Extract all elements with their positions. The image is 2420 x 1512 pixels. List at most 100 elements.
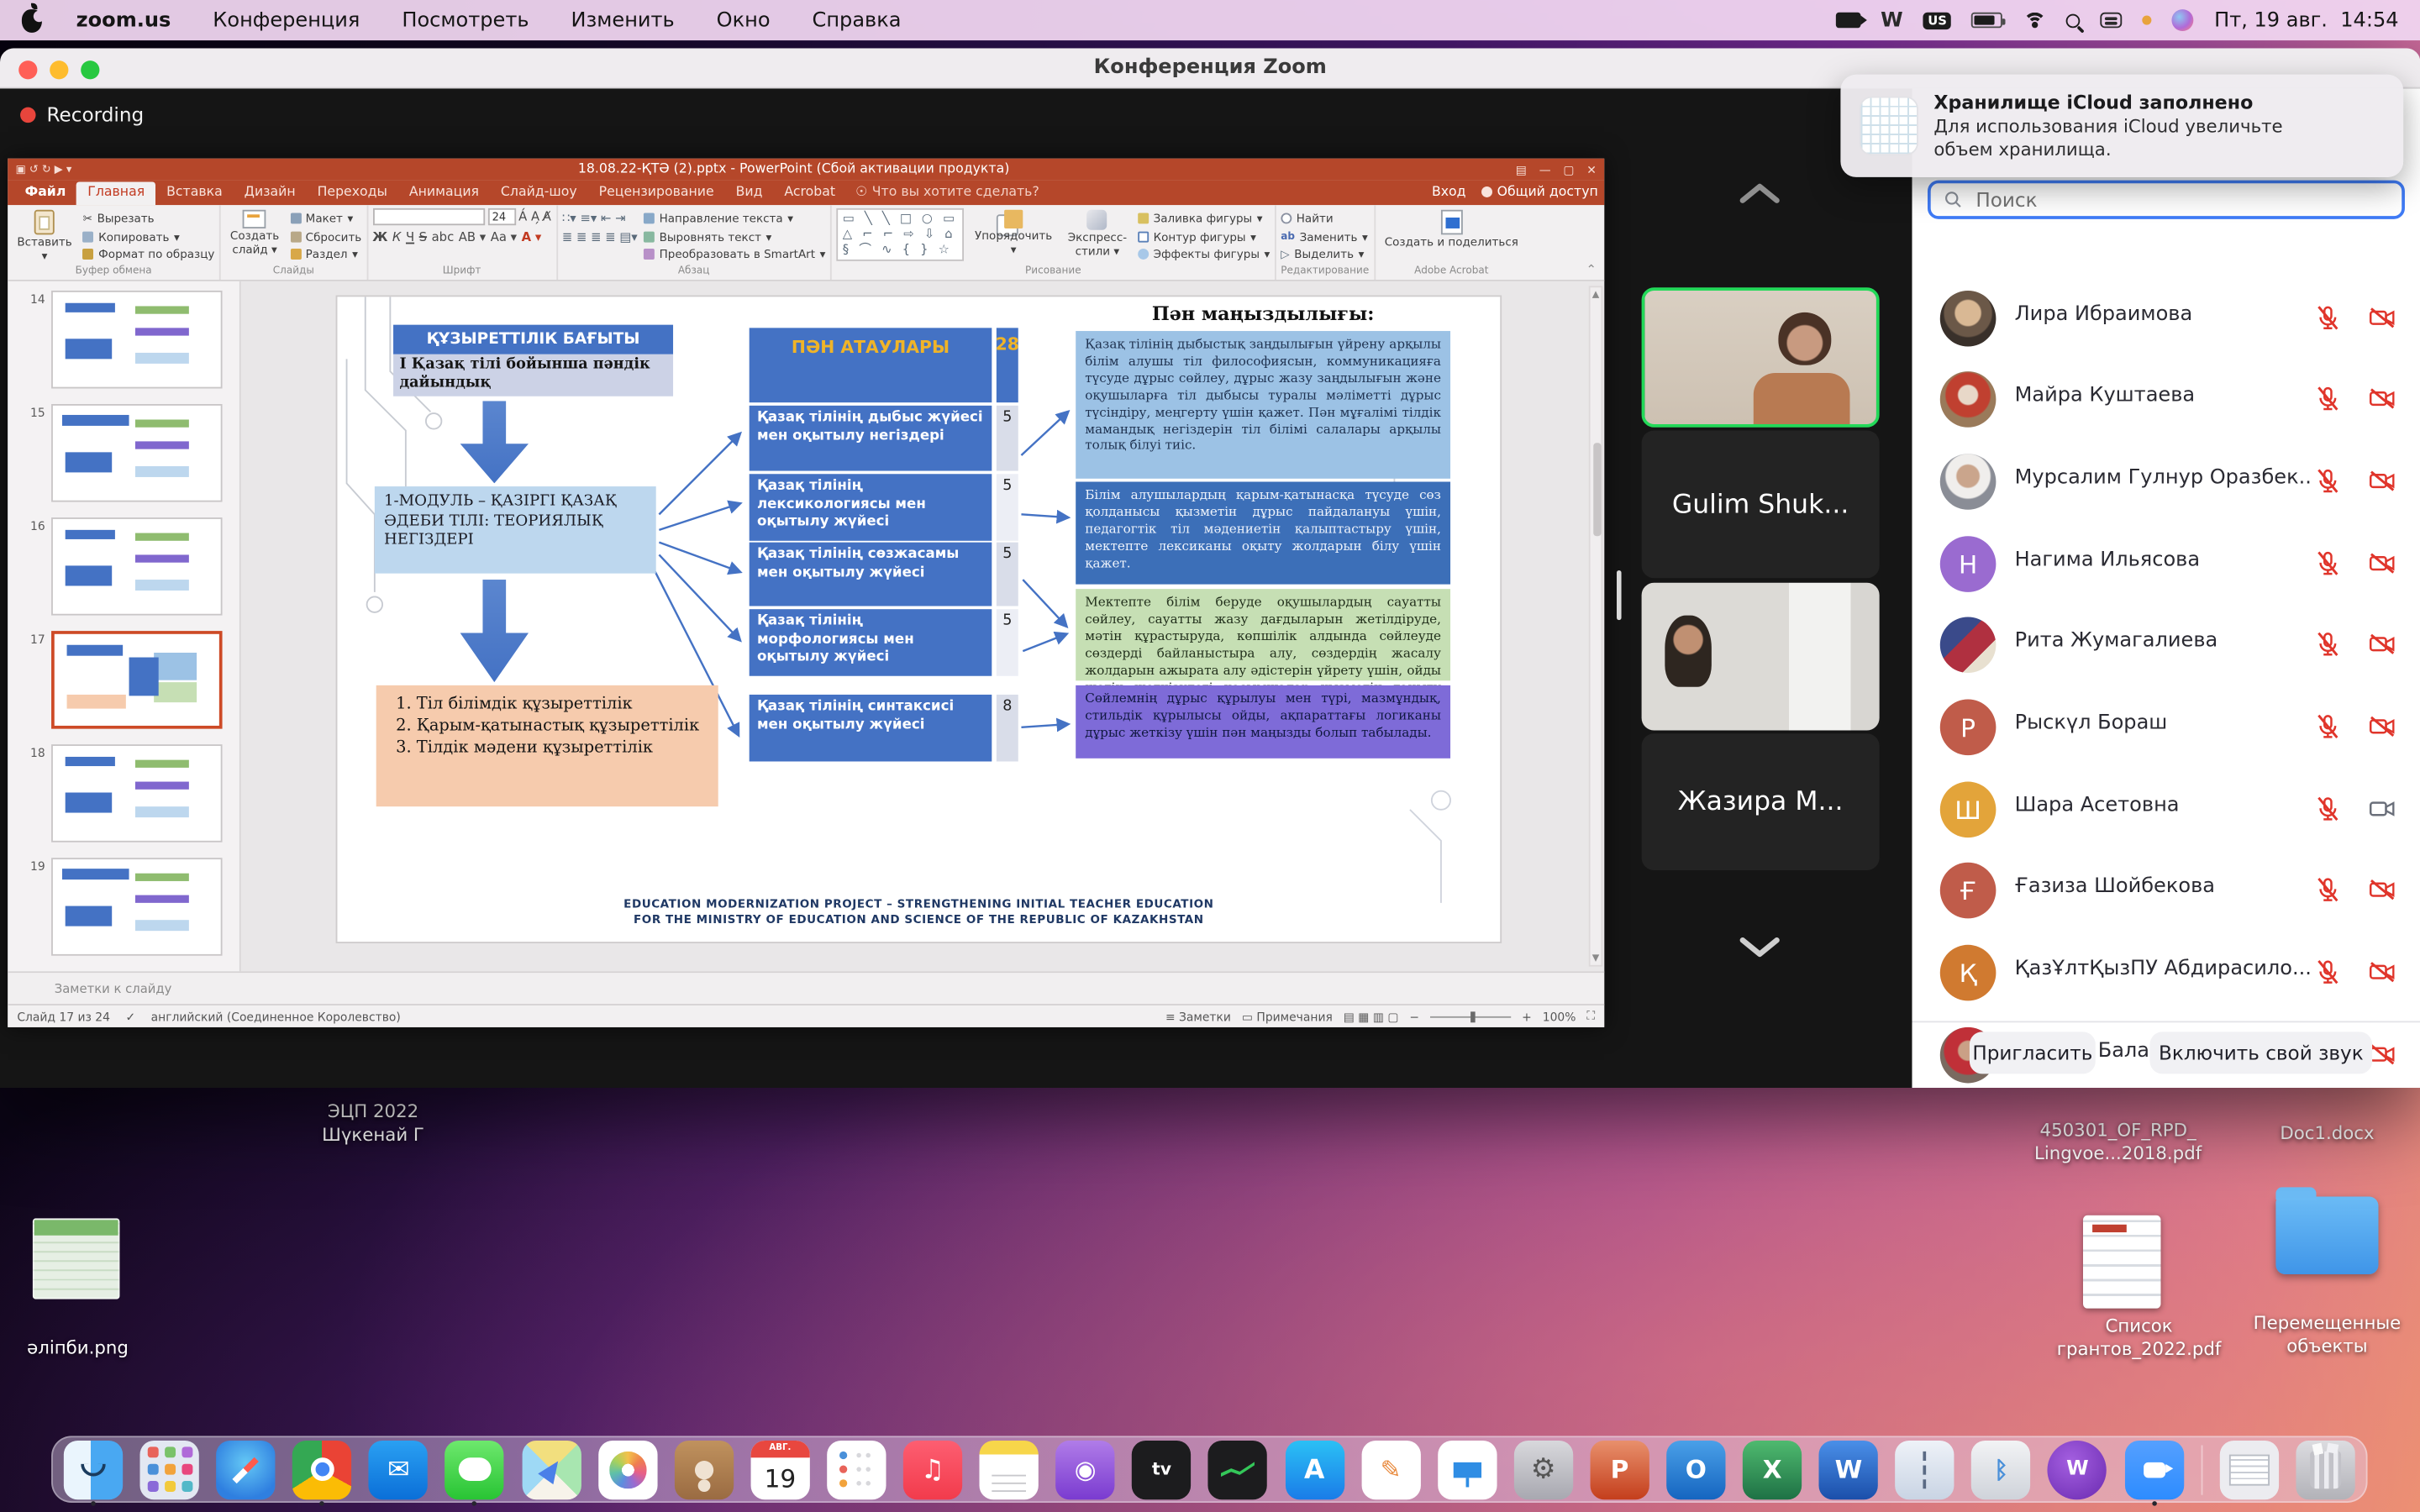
- slide-thumbnail-17-selected[interactable]: [51, 631, 223, 729]
- tab-design[interactable]: Дизайн: [234, 181, 307, 205]
- unmute-button[interactable]: Включить свой звук: [2150, 1032, 2373, 1074]
- collapse-ribbon-icon[interactable]: ⌃: [1578, 263, 1604, 280]
- tab-slideshow[interactable]: Слайд-шоу: [490, 181, 588, 205]
- font-name-box[interactable]: [372, 208, 484, 225]
- siri-icon[interactable]: [2172, 9, 2194, 31]
- apple-menu-icon[interactable]: [22, 8, 42, 32]
- bluetooth-icon[interactable]: ᛒ: [1971, 1440, 2030, 1499]
- spotlight-icon[interactable]: [2066, 13, 2081, 28]
- word-icon[interactable]: W: [1819, 1440, 1878, 1499]
- desktop-file-grants[interactable]: Списокгрантов_2022.pdf: [2055, 1315, 2223, 1361]
- participant-row[interactable]: Мурсалим Гулнур Оразбек...: [1912, 441, 2420, 522]
- zoom-percent[interactable]: 100%: [1543, 1010, 1576, 1024]
- notes-pane[interactable]: Заметки к слайду: [8, 971, 1604, 1004]
- desktop-file-doc1[interactable]: Doc1.docx: [2262, 1122, 2392, 1146]
- alipbi-png-icon[interactable]: [33, 1218, 120, 1299]
- tell-me-search[interactable]: ☉Что вы хотите сделать?: [855, 185, 1039, 205]
- spellcheck-icon[interactable]: ✓: [125, 1010, 135, 1024]
- ppt-window-controls[interactable]: ▤—▢✕: [1516, 162, 1597, 176]
- reset-button[interactable]: Сбросить: [290, 229, 361, 244]
- camera-status-icon[interactable]: [1835, 13, 1860, 29]
- tab-home[interactable]: Главная: [76, 181, 155, 205]
- bold-button[interactable]: Ж: [372, 230, 387, 244]
- scroll-videos-up-icon[interactable]: [1738, 181, 1781, 205]
- menu-bar-clock[interactable]: Пт, 19 авг. 14:54: [2214, 8, 2398, 32]
- menu-view[interactable]: Посмотреть: [402, 8, 529, 32]
- trash-icon[interactable]: [2296, 1440, 2354, 1499]
- text-shadow-button[interactable]: abc: [432, 230, 455, 244]
- arrange-button[interactable]: Упорядочить▾: [970, 208, 1056, 258]
- input-source-icon[interactable]: US: [1923, 12, 1952, 29]
- paste-button[interactable]: Вставить▾: [13, 208, 76, 265]
- ppt-close-icon[interactable]: ✕: [1586, 162, 1597, 176]
- safari-icon[interactable]: [216, 1440, 275, 1499]
- text-direction-button[interactable]: Направление текста ▾: [644, 212, 825, 226]
- invite-button[interactable]: Пригласить: [1970, 1032, 2096, 1074]
- tab-animations[interactable]: Анимация: [398, 181, 490, 205]
- participant-row[interactable]: Н Нагима Ильясова: [1912, 523, 2420, 604]
- close-window-button[interactable]: [18, 60, 37, 79]
- tab-acrobat[interactable]: Acrobat: [773, 181, 846, 205]
- video-tile-active-speaker[interactable]: [1642, 287, 1880, 428]
- keynote-icon[interactable]: [1438, 1440, 1497, 1499]
- ribbon-options-icon[interactable]: ▤: [1516, 162, 1527, 176]
- align-buttons[interactable]: ≣ ≣ ≣ ≣ ▤▾: [562, 229, 638, 244]
- find-button[interactable]: Найти: [1281, 212, 1367, 226]
- slide-scrollbar[interactable]: ▲▼: [1589, 286, 1603, 966]
- sign-in-button[interactable]: Вход: [1432, 185, 1466, 201]
- control-center-icon[interactable]: [2101, 13, 2123, 29]
- webex-menubar-icon[interactable]: W: [1881, 8, 1903, 32]
- photos-icon[interactable]: [598, 1440, 657, 1499]
- icloud-notification[interactable]: Хранилище iCloud заполнено Для использов…: [1840, 75, 2403, 177]
- comments-toggle[interactable]: ▭ Примечания: [1242, 1010, 1333, 1024]
- language-status[interactable]: английский (Соединенное Королевство): [151, 1010, 401, 1024]
- slide-thumbnail-19[interactable]: [51, 858, 223, 956]
- participant-row[interactable]: Лира Ибраимова: [1912, 278, 2420, 359]
- font-size-box[interactable]: 24: [487, 208, 515, 225]
- zoom-in-button[interactable]: +: [1522, 1010, 1532, 1024]
- participants-search[interactable]: [1928, 181, 2405, 219]
- underline-button[interactable]: Ч: [406, 230, 414, 244]
- align-text-button[interactable]: Выровнять текст ▾: [644, 229, 825, 244]
- video-tile-name[interactable]: Жазира М...: [1642, 733, 1880, 870]
- participant-row[interactable]: Ғ Ғазиза Шойбекова: [1912, 850, 2420, 931]
- notes-toggle[interactable]: ≡ Заметки: [1165, 1010, 1231, 1024]
- scroll-videos-down-icon[interactable]: [1738, 936, 1781, 959]
- archive-utility-icon[interactable]: [1896, 1440, 1954, 1499]
- menu-conference[interactable]: Конференция: [213, 8, 360, 32]
- slide-thumbnail-14[interactable]: [51, 291, 223, 389]
- mail-icon[interactable]: ✉: [369, 1440, 428, 1499]
- notes-icon[interactable]: [980, 1440, 1039, 1499]
- powerpoint-icon[interactable]: P: [1590, 1440, 1649, 1499]
- layout-button[interactable]: Макет ▾: [290, 212, 361, 226]
- participant-row[interactable]: Ш Шара Асетовна: [1912, 769, 2420, 850]
- menu-edit[interactable]: Изменить: [571, 8, 674, 32]
- tab-view[interactable]: Вид: [725, 181, 774, 205]
- wifi-icon[interactable]: [2023, 12, 2047, 29]
- zoom-app-icon[interactable]: [2124, 1440, 2183, 1499]
- excel-icon[interactable]: X: [1743, 1440, 1802, 1499]
- desktop-file-alipbi[interactable]: әліпби.png: [8, 1336, 148, 1360]
- format-painter-button[interactable]: Формат по образцу: [83, 247, 215, 261]
- desktop-file-rpd-pdf[interactable]: 450301_OF_RPD_Lingvoe...2018.pdf: [2021, 1119, 2215, 1165]
- chrome-icon[interactable]: [292, 1440, 351, 1499]
- to-smartart-button[interactable]: Преобразовать в SmartArt ▾: [644, 247, 825, 261]
- zoom-slider[interactable]: [1430, 1016, 1511, 1017]
- char-spacing-button[interactable]: АВ ▾: [459, 230, 486, 244]
- slide-canvas[interactable]: ҚҰЗЫРЕТТІЛІК БАҒЫТЫ І Қазақ тілі бойынша…: [337, 297, 1500, 942]
- slide-thumbnail-15[interactable]: [51, 404, 223, 502]
- app-store-icon[interactable]: A: [1285, 1440, 1344, 1499]
- maps-icon[interactable]: [522, 1440, 581, 1499]
- section-button[interactable]: Раздел ▾: [290, 247, 361, 261]
- search-input[interactable]: [1973, 186, 2390, 213]
- calendar-icon[interactable]: АВГ.19: [750, 1440, 809, 1499]
- pages-icon[interactable]: ✎: [1361, 1440, 1420, 1499]
- view-buttons[interactable]: ▤ ▦ ▥ ▢: [1344, 1010, 1399, 1024]
- participant-row[interactable]: Р Рыскүл Бораш: [1912, 687, 2420, 768]
- clear-formatting-button[interactable]: А̸: [543, 210, 551, 224]
- italic-button[interactable]: К: [392, 230, 402, 244]
- grow-shrink-font-buttons[interactable]: А́ А̗: [518, 210, 539, 224]
- video-tile-two-participants[interactable]: [1642, 583, 1880, 731]
- moved-items-folder-icon[interactable]: [2275, 1197, 2378, 1275]
- video-strip-scrollbar[interactable]: [1617, 570, 1622, 620]
